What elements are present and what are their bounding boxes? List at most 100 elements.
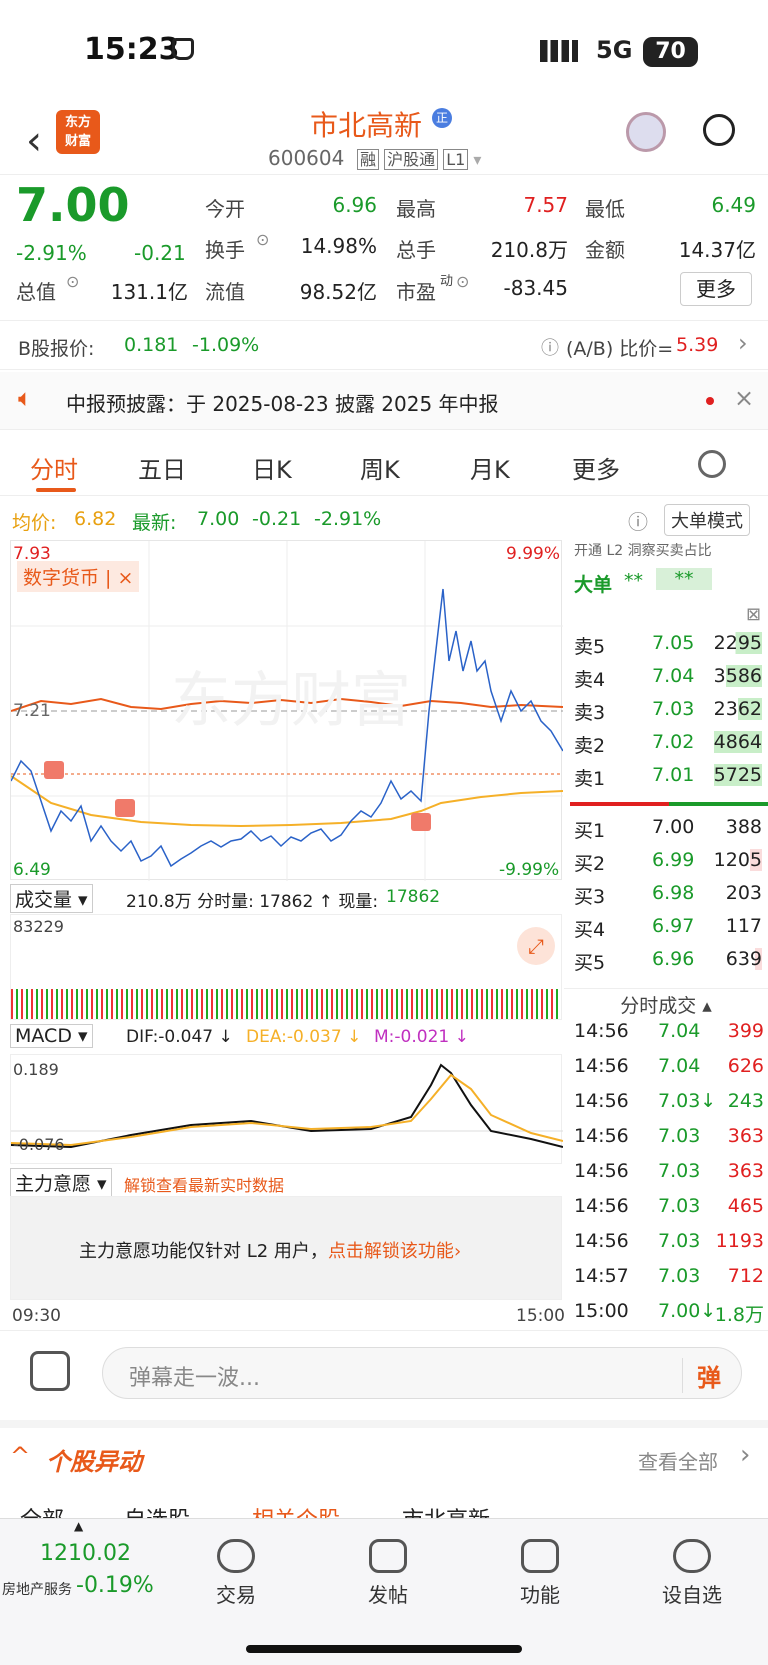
tick-row: 14:56 7.03 1193 <box>574 1230 764 1252</box>
more-button[interactable]: 更多 <box>680 272 752 306</box>
nav-label: 设自选 <box>662 1583 722 1607</box>
volume-select[interactable]: 成交量 ▾ <box>10 884 93 913</box>
ticks-title[interactable]: 分时成交 ▴ <box>564 988 768 1018</box>
field-value: 6.96 <box>332 193 377 217</box>
sell-row[interactable]: 卖4 7.04 3586 <box>564 665 768 695</box>
help-icon[interactable]: ⓘ <box>628 506 648 535</box>
sector-tag-label: 数字货币 <box>23 567 100 589</box>
sell-row[interactable]: 卖3 7.03 2362 <box>564 698 768 728</box>
stock-header: ‹ 东方 财富 市北高新 正 600604 融 沪股通 L1 ▾ <box>0 100 768 175</box>
tab-daily[interactable]: 日K <box>252 450 292 485</box>
sell-label: 卖4 <box>574 669 606 691</box>
pct-change: -2.91% <box>16 241 87 265</box>
chart-info: 均价: 6.82 最新: 7.00 -0.21 -2.91% ⓘ 大单模式 <box>0 500 768 540</box>
main-force-msg: 主力意愿功能仅针对 L2 用户，点击解锁该功能› <box>79 1241 462 1262</box>
sell-row[interactable]: 卖2 7.02 4864 <box>564 731 768 761</box>
view-all-link[interactable]: 查看全部 <box>638 1446 718 1475</box>
unlock-link[interactable]: 解锁查看最新实时数据 <box>124 1172 284 1196</box>
buy-row[interactable]: 买1 7.00 388 <box>564 816 768 846</box>
sell-volume: 2362 <box>713 698 762 720</box>
sell-price: 7.04 <box>652 665 695 687</box>
sell-row[interactable]: 卖1 7.01 5725 <box>564 764 768 794</box>
nav-features[interactable]: 功能 <box>490 1539 590 1608</box>
buy-row[interactable]: 买2 6.99 1205 <box>564 849 768 879</box>
sell-volume: 5725 <box>713 764 762 786</box>
buy-price: 6.99 <box>652 849 695 871</box>
search-icon[interactable] <box>703 114 735 146</box>
macd-label: MACD <box>15 1025 72 1047</box>
buy-row[interactable]: 买3 6.98 203 <box>564 882 768 912</box>
close-icon[interactable]: ⊠ <box>746 604 761 625</box>
main-force-unlock-link[interactable]: 点击解锁该功能 <box>328 1241 454 1262</box>
nav-add-watchlist[interactable]: 设自选 <box>642 1539 742 1608</box>
nav-trade[interactable]: 交易 <box>186 1539 286 1608</box>
tab-5day[interactable]: 五日 <box>138 450 186 485</box>
help-icon[interactable]: ⓘ <box>541 334 559 360</box>
tick-time: 14:56 <box>574 1055 629 1077</box>
app-logo: 东方 财富 <box>56 110 100 154</box>
tick-price: 7.03 <box>658 1160 701 1182</box>
index-widget[interactable]: ▲ 1210.02 房地产服务 -0.19% <box>0 1519 170 1619</box>
notice-text: 中报预披露：于 2025-08-23 披露 2025 年中报 <box>66 392 499 416</box>
b-share-row[interactable]: B股报价: 0.181 -1.09% ⓘ (A/B) 比价= 5.39 › <box>0 320 768 370</box>
field-label: 市盈 <box>396 280 436 304</box>
back-button[interactable]: ‹ <box>26 118 42 164</box>
main-force-select[interactable]: 主力意愿 ▾ <box>10 1168 112 1197</box>
tab-underline <box>36 488 76 492</box>
quote-panel: 7.00 -2.91% -0.21 今开 6.96 最高 7.57 最低 6.4… <box>0 178 768 318</box>
notice-bar[interactable]: 🔈︎ 中报预披露：于 2025-08-23 披露 2025 年中报 × <box>0 372 768 430</box>
nav-post[interactable]: 发帖 <box>338 1539 438 1608</box>
badge: 正 <box>432 108 452 128</box>
tab-more[interactable]: 更多 <box>572 450 620 485</box>
tick-price: 7.03 <box>658 1230 701 1252</box>
danmu-toggle-button[interactable]: 弹 <box>682 1358 721 1393</box>
big-order-mode-button[interactable]: 大单模式 <box>664 504 750 536</box>
tick-price: 7.04 <box>658 1020 701 1042</box>
tick-row: 14:56 7.03 363 <box>574 1160 764 1182</box>
sector-tag[interactable]: 数字货币 | × <box>17 561 140 592</box>
sell-label: 卖1 <box>574 768 606 790</box>
robot-icon[interactable] <box>626 112 666 152</box>
buy-row[interactable]: 买5 6.96 639 <box>564 948 768 978</box>
main-force-text: 主力意愿功能仅针对 L2 用户， <box>79 1241 328 1262</box>
macd-select[interactable]: MACD ▾ <box>10 1024 93 1048</box>
chart-watermark: 东方财富 <box>171 666 411 736</box>
info-icon[interactable]: ⊙ <box>66 272 79 291</box>
sell-row[interactable]: 卖5 7.05 2295 <box>564 632 768 662</box>
field-value: 14.98% <box>300 234 377 258</box>
b-marker[interactable] <box>44 761 64 779</box>
danmu-settings-icon[interactable] <box>30 1351 70 1391</box>
edit-icon <box>369 1539 407 1573</box>
close-icon[interactable]: × <box>734 384 754 412</box>
info-icon[interactable]: ⊙ <box>456 272 469 291</box>
tab-intraday[interactable]: 分时 <box>30 450 78 485</box>
tick-volume: 465 <box>727 1195 764 1217</box>
expand-icon[interactable]: ⤢ <box>517 927 555 965</box>
buy-row[interactable]: 买4 6.97 117 <box>564 915 768 945</box>
tick-volume: 363 <box>727 1125 764 1147</box>
danmu-input[interactable]: 弹幕走一波... 弹 <box>102 1347 742 1399</box>
info-icon[interactable]: ⊙ <box>256 230 269 249</box>
field-label: 总手 <box>396 238 436 262</box>
tab-weekly[interactable]: 周K <box>360 450 400 485</box>
b-marker[interactable] <box>115 799 135 817</box>
volume-now: 17862 <box>386 887 441 907</box>
gear-icon[interactable] <box>698 450 726 478</box>
b-marker[interactable] <box>411 813 431 831</box>
ratio-label: (A/B) 比价= <box>566 338 674 360</box>
buy-price: 7.00 <box>652 816 695 838</box>
buy-label: 买3 <box>574 886 606 908</box>
volume-max: 83229 <box>13 917 64 936</box>
buy-label: 买5 <box>574 952 606 974</box>
buy-label: 买1 <box>574 820 606 842</box>
field-label: 换手 <box>205 238 245 262</box>
buy-price: 6.98 <box>652 882 695 904</box>
network-label: 5G <box>596 36 633 64</box>
collapse-icon[interactable]: ^ <box>10 1442 30 1470</box>
l2-promo[interactable]: 开通 L2 洞察买卖占比 <box>574 540 712 560</box>
intraday-chart[interactable]: 东方财富 7.93 9.99% 7.21 6.49 -9.99% 数字货币 | … <box>10 540 564 881</box>
tab-monthly[interactable]: 月K <box>470 450 510 485</box>
chevron-down-icon[interactable]: ▾ <box>473 150 481 169</box>
field-label: 总值 <box>16 280 56 304</box>
sell-price: 7.05 <box>652 632 695 654</box>
